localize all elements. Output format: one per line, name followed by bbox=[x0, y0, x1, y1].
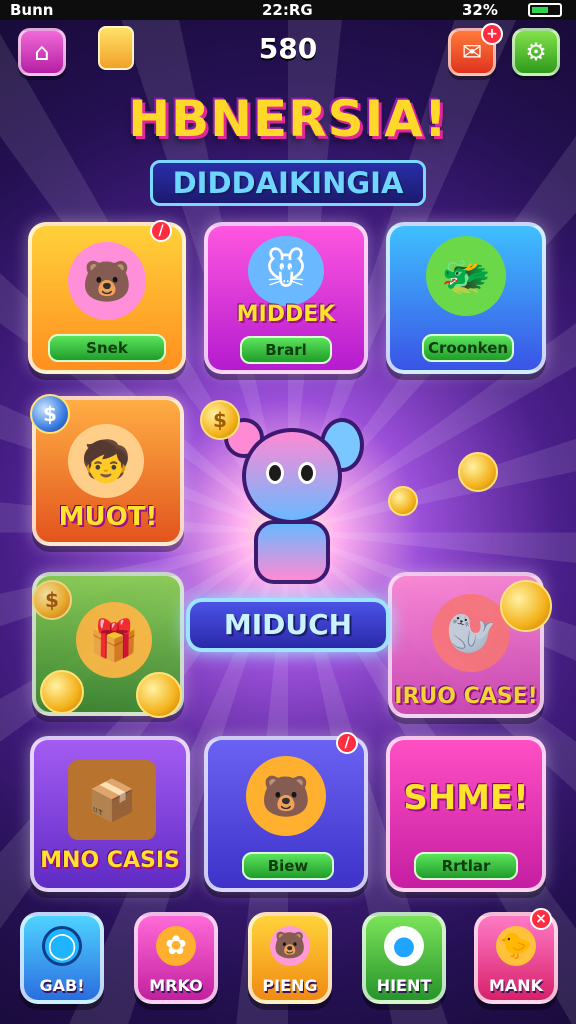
coin-icon: $ bbox=[200, 400, 240, 440]
bear-gift-icon: 🎁 bbox=[76, 602, 152, 678]
seal-icon: 🦭 bbox=[432, 594, 510, 672]
close-badge[interactable]: × bbox=[530, 908, 552, 930]
nav-button-hient[interactable]: ● HIENT bbox=[362, 912, 446, 1004]
nav-button-pieng[interactable]: 🐻 PIENG bbox=[248, 912, 332, 1004]
nav-label-mank: MANK bbox=[488, 976, 544, 995]
score-counter: 580 bbox=[258, 32, 318, 65]
chat-bubble-icon: ● bbox=[384, 926, 424, 966]
child-icon: 🧒 bbox=[68, 424, 144, 498]
coin-icon bbox=[500, 580, 552, 632]
center-banner-button[interactable]: MIDUCH bbox=[186, 598, 390, 652]
card-title-middek: MIDDEK bbox=[236, 302, 336, 327]
gear-icon: ⚙ bbox=[525, 38, 547, 66]
game-title: HBNERSIA! bbox=[128, 90, 448, 148]
battery-icon bbox=[528, 3, 562, 17]
hero-character[interactable] bbox=[216, 418, 366, 586]
card-button-rrtlar[interactable]: Rrtlar bbox=[414, 852, 518, 880]
bubble-icon: ◯ bbox=[42, 926, 82, 966]
coin-icon bbox=[388, 486, 418, 516]
notification-badge: + bbox=[481, 23, 503, 45]
card-button-biew[interactable]: Biew bbox=[242, 852, 334, 880]
paw-icon: ✿ bbox=[156, 926, 196, 966]
status-time: 22:RG bbox=[262, 1, 313, 19]
character-card-muot[interactable]: $ 🧒 MUOT! bbox=[30, 394, 184, 546]
carrier-name: Bunn bbox=[10, 1, 54, 19]
card-title-muot: MUOT! bbox=[58, 502, 158, 532]
bear-icon: 🐻 bbox=[246, 756, 326, 836]
card-button-brarl[interactable]: Brarl bbox=[240, 336, 332, 364]
battery-percent: 32% bbox=[462, 1, 498, 19]
nav-label-pieng: PIENG bbox=[262, 976, 318, 995]
home-button[interactable]: ⌂ bbox=[18, 28, 66, 76]
bear-icon: 🐻 bbox=[68, 242, 146, 320]
coin-icon bbox=[136, 672, 182, 718]
nav-button-gab[interactable]: ◯ GAB! bbox=[20, 912, 104, 1004]
card-button-snek[interactable]: Snek bbox=[48, 334, 166, 362]
mouse-icon: 🐭 bbox=[248, 236, 324, 306]
coin-icon bbox=[458, 452, 498, 492]
character-card-middek[interactable]: 🐭 MIDDEK Brarl bbox=[204, 222, 368, 374]
coin-icon bbox=[40, 670, 84, 714]
hero-eye-left bbox=[266, 462, 284, 484]
hero-eye-right bbox=[298, 462, 316, 484]
home-icon: ⌂ bbox=[34, 38, 50, 66]
treasure-chest-icon: 📦 bbox=[68, 760, 156, 840]
potion-icon[interactable] bbox=[98, 26, 134, 70]
nav-label-hient: HIENT bbox=[376, 976, 432, 995]
status-bar: Bunn 22:RG 32% bbox=[0, 0, 576, 20]
card-badge: / bbox=[336, 732, 358, 754]
card-badge: / bbox=[150, 220, 172, 242]
card-title-shme: SHME! bbox=[403, 778, 529, 818]
card-button-croonken[interactable]: Croonken bbox=[422, 334, 514, 362]
nav-button-mrko[interactable]: ✿ MRKO bbox=[134, 912, 218, 1004]
card-title-iruo-case: IRUO CASE! bbox=[394, 684, 538, 709]
chat-icon: ✉ bbox=[461, 38, 483, 66]
bear-icon: 🐻 bbox=[270, 926, 310, 966]
character-card-snek[interactable]: 🐻 / Snek bbox=[28, 220, 186, 374]
character-card-croonken[interactable]: 🐲 Croonken bbox=[386, 222, 546, 374]
nav-button-mank[interactable]: 🐤 × MANK bbox=[474, 908, 558, 1004]
nav-label-mrko: MRKO bbox=[149, 976, 203, 995]
hero-body bbox=[254, 520, 330, 584]
character-card-shme[interactable]: SHME! Rrtlar bbox=[386, 736, 546, 892]
coin-icon: $ bbox=[30, 394, 70, 434]
character-card-biew[interactable]: 🐻 / Biew bbox=[204, 732, 368, 892]
character-card-mno-casis[interactable]: 📦 MNO CASIS bbox=[30, 736, 190, 892]
duck-icon: 🐤 bbox=[496, 926, 536, 966]
settings-button[interactable]: ⚙ bbox=[512, 28, 560, 76]
hero-head bbox=[242, 428, 342, 524]
dragon-icon: 🐲 bbox=[426, 236, 506, 316]
game-subtitle: DIDDAIKINGIA bbox=[150, 160, 426, 206]
card-title-mno-casis: MNO CASIS bbox=[40, 848, 180, 873]
chat-button[interactable]: ✉ + bbox=[448, 23, 503, 76]
nav-label-gab: GAB! bbox=[39, 976, 85, 995]
coin-icon: $ bbox=[32, 580, 72, 620]
